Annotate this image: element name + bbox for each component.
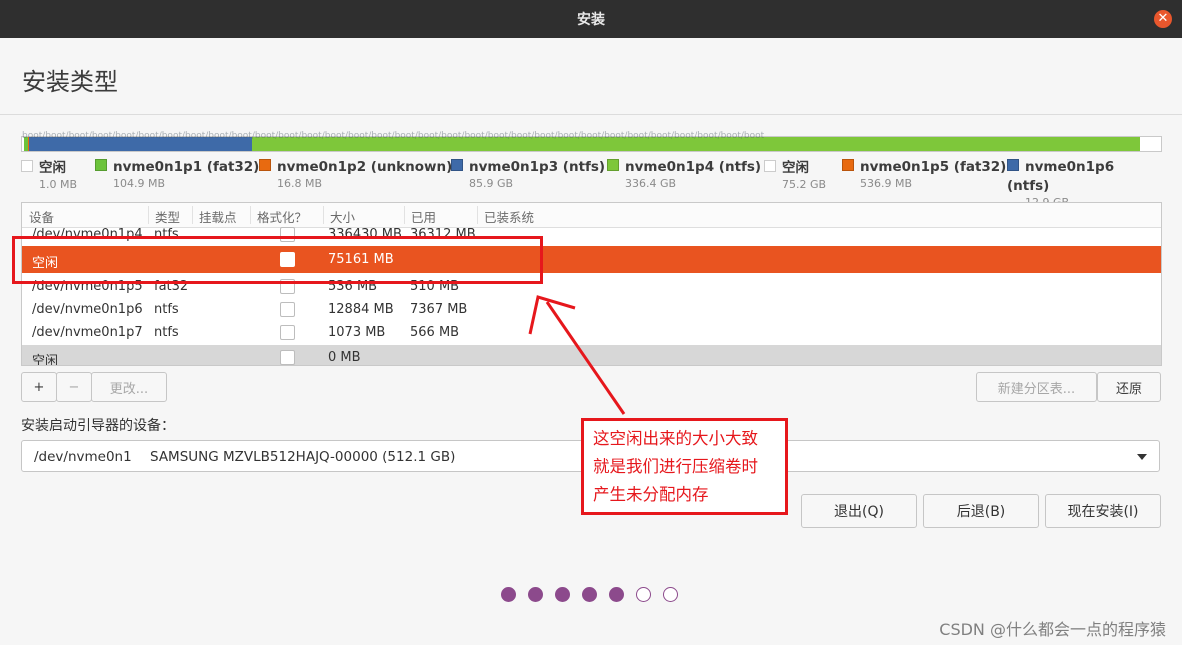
legend-item: nvme0n1p4 (ntfs) 336.4 GB [607,156,761,190]
legend-swatch [1007,159,1019,171]
format-checkbox[interactable] [280,302,295,317]
format-checkbox[interactable] [280,350,295,365]
step-dot [528,587,543,602]
step-dot [501,587,516,602]
legend-name: nvme0n1p2 (unknown) [277,159,453,175]
legend-size: 104.9 MB [113,177,166,190]
col-divider [250,206,251,224]
format-checkbox[interactable] [280,325,295,340]
legend-size: 16.8 MB [277,177,323,190]
annotation-highlight-box [12,236,543,284]
legend-name: nvme0n1p3 (ntfs) [469,159,606,175]
annotation-line: 就是我们进行压缩卷时 [593,457,758,476]
window-title: 安装 [577,12,605,28]
legend-size: 85.9 GB [469,177,514,190]
row-size: 0 MB [328,350,361,365]
annotation-note: 这空闲出来的大小大致 就是我们进行压缩卷时 产生未分配内存 [581,418,788,515]
remove-partition-button[interactable]: − [56,372,92,402]
legend-size: 336.4 GB [625,177,677,190]
legend-size: 75.2 GB [782,178,827,191]
legend-swatch [95,159,107,171]
legend-swatch [451,159,463,171]
chevron-down-icon[interactable] [1137,454,1147,460]
bootloader-model: SAMSUNG MZVLB512HAJQ-00000 (512.1 GB) [150,449,456,465]
add-partition-button[interactable]: + [21,372,57,402]
legend-item: 空闲 75.2 GB [764,156,826,191]
legend-item: nvme0n1p2 (unknown) 16.8 MB [259,156,452,190]
legend-name: nvme0n1p6 (ntfs) [1007,159,1115,194]
install-now-button[interactable]: 现在安装(I) [1045,494,1161,528]
close-icon[interactable]: ✕ [1154,10,1172,28]
legend-swatch [607,159,619,171]
step-dot [636,587,651,602]
col-divider [323,206,324,224]
col-divider [148,206,149,224]
partition-bar-overlay-text: boot/boot/boot/boot/boot/boot/boot/boot/… [22,131,765,141]
window-titlebar: 安装 ✕ [0,0,1182,38]
table-row[interactable]: /dev/nvme0n1p6 ntfs 12884 MB 7367 MB [22,298,1161,321]
step-dot [663,587,678,602]
legend-name: nvme0n1p5 (fat32) [860,159,1007,175]
legend-item: 空闲 1.0 MB [21,156,77,191]
legend-size: 1.0 MB [39,178,78,191]
step-dot [609,587,624,602]
partition-table[interactable]: 设备 类型 挂载点 格式化？ 大小 已用 已装系统 /dev/nvme0n1p4… [21,202,1162,366]
col-divider [477,206,478,224]
quit-button[interactable]: 退出(Q) [801,494,917,528]
header-divider [0,114,1182,115]
table-row[interactable]: 空闲 0 MB [22,345,1161,366]
row-type: ntfs [154,325,179,340]
row-device: 空闲 [32,354,59,366]
legend-name: 空闲 [782,160,809,176]
step-dot [582,587,597,602]
bootloader-label: 安装启动引导器的设备： [21,418,175,434]
legend-item: nvme0n1p3 (ntfs) 85.9 GB [451,156,605,190]
row-used: 7367 MB [410,302,468,317]
col-divider [192,206,193,224]
col-divider [404,206,405,224]
legend-swatch [21,160,33,172]
legend-name: nvme0n1p1 (fat32) [113,159,260,175]
legend-item: nvme0n1p5 (fat32) 536.9 MB [842,156,1006,190]
table-row[interactable]: /dev/nvme0n1p7 ntfs 1073 MB 566 MB [22,321,1161,344]
row-device: /dev/nvme0n1p6 [32,302,143,317]
row-size: 12884 MB [328,302,394,317]
revert-button[interactable]: 还原 [1097,372,1161,402]
bootloader-device: /dev/nvme0n1 [34,449,132,465]
legend-swatch [842,159,854,171]
row-device: /dev/nvme0n1p7 [32,325,143,340]
back-button[interactable]: 后退(B) [923,494,1039,528]
partition-legend: 空闲 1.0 MB nvme0n1p1 (fat32) 104.9 MB nvm… [21,156,1161,209]
page-title: 安装类型 [22,68,118,96]
legend-swatch [259,159,271,171]
step-dot [555,587,570,602]
watermark: CSDN @什么都会一点的程序猿 [939,620,1166,639]
annotation-line: 这空闲出来的大小大致 [593,429,758,448]
row-used: 566 MB [410,325,460,340]
legend-size: 536.9 MB [860,177,913,190]
legend-item: nvme0n1p1 (fat32) 104.9 MB [95,156,259,190]
legend-name: nvme0n1p4 (ntfs) [625,159,762,175]
annotation-line: 产生未分配内存 [593,485,709,504]
row-size: 1073 MB [328,325,386,340]
legend-name: 空闲 [39,160,66,176]
row-type: ntfs [154,302,179,317]
legend-swatch [764,160,776,172]
change-partition-button[interactable]: 更改... [91,372,167,402]
new-partition-table-button[interactable]: 新建分区表... [976,372,1097,402]
